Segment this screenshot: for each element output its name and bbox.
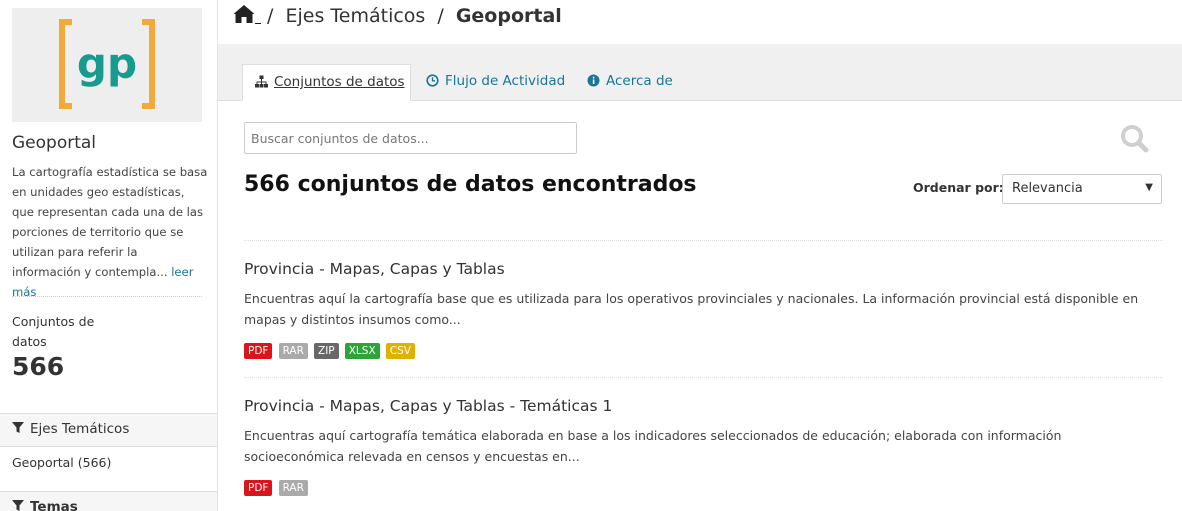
search-button[interactable] <box>1118 122 1152 156</box>
facet-header-temas[interactable]: Temas <box>0 491 217 511</box>
divider <box>12 296 202 297</box>
facet-title: Ejes Temáticos <box>30 421 130 437</box>
divider <box>244 377 1163 378</box>
home-icon <box>233 5 255 23</box>
search-input[interactable] <box>244 122 577 154</box>
caret-down-icon: ▼ <box>1145 182 1153 193</box>
tab-label: Conjuntos de datos <box>274 74 405 90</box>
format-badge-pdf[interactable]: PDF <box>244 480 273 496</box>
breadcrumb-bar: / Ejes Temáticos / Geoportal <box>218 0 1182 44</box>
format-badge-csv[interactable]: CSV <box>385 343 415 359</box>
breadcrumb-item-geoportal[interactable]: Geoportal <box>456 5 562 27</box>
order-by-select[interactable]: Relevancia ▼ <box>1002 174 1162 204</box>
format-badge-xlsx[interactable]: XLSX <box>344 343 380 359</box>
tab-flujo-de-actividad[interactable]: Flujo de Actividad <box>414 64 577 101</box>
clock-icon <box>426 74 439 87</box>
organization-name: Geoportal <box>12 133 97 153</box>
organization-description: La cartografía estadística se basa en un… <box>12 162 208 302</box>
format-badge-rar[interactable]: RAR <box>278 343 308 359</box>
facet-header-ejes-tematicos[interactable]: Ejes Temáticos <box>0 413 217 447</box>
datasets-stat-label: Conjuntos de datos <box>12 314 95 349</box>
home-link[interactable] <box>233 5 261 27</box>
dataset-formats: PDF RAR ZIP XLSX CSV <box>244 339 416 359</box>
divider <box>244 240 1163 241</box>
breadcrumb-item-ejes-tematicos[interactable]: Ejes Temáticos <box>286 5 426 27</box>
order-by-value: Relevancia <box>1012 181 1083 196</box>
search-icon <box>1121 125 1149 153</box>
dataset-notes: Encuentras aquí cartografía temática ela… <box>244 428 1062 464</box>
breadcrumb-separator: / <box>267 5 274 27</box>
organization-description-text: La cartografía estadística se basa en un… <box>12 165 208 279</box>
order-by-label: Ordenar por: <box>913 180 1004 195</box>
organization-logo[interactable]: gp <box>12 8 202 122</box>
format-badge-zip[interactable]: ZIP <box>314 343 339 359</box>
filter-icon <box>12 500 24 511</box>
filter-icon <box>12 422 24 433</box>
tab-acerca-de[interactable]: Acerca de <box>575 64 685 101</box>
info-icon <box>587 74 600 87</box>
breadcrumb: / Ejes Temáticos / Geoportal <box>233 4 562 27</box>
dataset-formats: PDF RAR <box>244 476 309 496</box>
tab-conjuntos-de-datos[interactable]: Conjuntos de datos <box>242 64 411 101</box>
format-badge-rar[interactable]: RAR <box>278 480 308 496</box>
format-badge-pdf[interactable]: PDF <box>244 343 273 359</box>
sitemap-icon <box>255 75 268 88</box>
dataset-notes: Encuentras aquí la cartografía base que … <box>244 291 1139 327</box>
facet-item-geoportal[interactable]: Geoportal (566) <box>12 455 111 470</box>
datasets-stat-value: 566 <box>12 352 65 381</box>
logo-text: gp <box>77 39 137 88</box>
breadcrumb-separator: / <box>437 5 444 27</box>
sidebar: gp Geoportal La cartografía estadística … <box>0 0 218 511</box>
results-count: 566 conjuntos de datos encontrados <box>244 172 697 197</box>
dataset-title[interactable]: Provincia - Mapas, Capas y Tablas - Temá… <box>244 397 612 415</box>
tab-label: Flujo de Actividad <box>445 73 566 89</box>
dataset-title[interactable]: Provincia - Mapas, Capas y Tablas <box>244 260 505 278</box>
facet-title: Temas <box>30 499 78 511</box>
tab-label: Acerca de <box>606 73 673 89</box>
